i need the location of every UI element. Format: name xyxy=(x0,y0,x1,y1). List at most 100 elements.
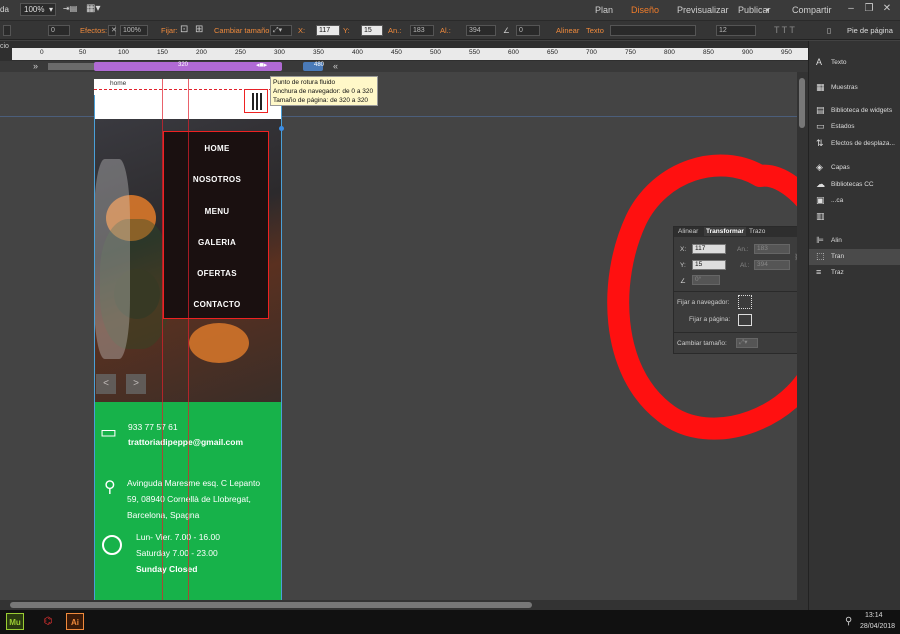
zoom-select[interactable]: 100% ▾ xyxy=(20,3,56,16)
restore-icon[interactable]: ❐ xyxy=(862,2,876,16)
hours-saturday: Saturday 7.00 - 23.00 xyxy=(136,548,218,558)
effects-opacity-field[interactable]: 100% xyxy=(120,25,148,36)
tp-height-field[interactable]: 394 xyxy=(754,260,790,270)
breakpoint-480-marker[interactable]: 480 xyxy=(303,62,324,71)
y-field[interactable]: 15 xyxy=(361,25,383,36)
pin-page-label: Fijar a página: xyxy=(689,316,731,323)
document-tab[interactable]: cio xyxy=(0,43,9,50)
panel-item-swatches[interactable]: ▦ Muestras xyxy=(809,80,900,96)
pin-browser-grid-icon[interactable] xyxy=(738,295,752,309)
panel-item-transform[interactable]: ⬚ Tran xyxy=(809,249,900,265)
panel-item-cc-libraries[interactable]: ☁ Bibliotecas CC xyxy=(809,177,900,193)
taskbar: Mu ⌬ Ai ⚲ 13:14 28/04/2018 xyxy=(0,610,900,634)
opacity-field[interactable]: 0 xyxy=(48,25,70,36)
panel-item-library[interactable]: ▣ ...ca xyxy=(809,193,900,209)
panel-item-label: Traz xyxy=(831,269,844,276)
menu-item-home[interactable]: HOME xyxy=(164,144,270,153)
breakpoint-320-range[interactable]: 320 ◂■▸ xyxy=(94,62,282,71)
taskbar-time: 13:14 xyxy=(865,612,883,619)
text-label[interactable]: Texto xyxy=(586,26,604,35)
resize-select[interactable]: ⤢▾ xyxy=(270,25,292,36)
swatches-icon: ▦ xyxy=(816,82,825,92)
breakpoint-320-label: 320 xyxy=(178,62,189,68)
panel-item-stroke[interactable]: ≡ Traz xyxy=(809,265,900,281)
menu-item-nosotros[interactable]: NOSOTROS xyxy=(164,175,270,184)
breakpoint-handle-icon[interactable]: ◂■▸ xyxy=(256,61,267,69)
effects-label[interactable]: Efectos: xyxy=(80,26,107,35)
menu-item-contacto[interactable]: CONTACTO xyxy=(164,300,270,309)
panel-item-layers[interactable]: ◈ Capas xyxy=(809,160,900,176)
mode-previsualizar[interactable]: Previsualizar xyxy=(677,5,729,15)
vertical-scrollbar[interactable] xyxy=(797,72,808,600)
tp-angle-field[interactable]: 0° xyxy=(692,275,720,285)
text-style-icons[interactable]: T T T xyxy=(774,25,795,35)
cc-libraries-icon: ☁ xyxy=(816,179,825,189)
panel-item-states[interactable]: ▭ Estados xyxy=(809,119,900,135)
selection-handle[interactable] xyxy=(279,126,284,131)
tab-alinear[interactable]: Alinear xyxy=(678,228,698,235)
text-icon: A xyxy=(816,57,823,67)
contact-phone: 933 77 57 61 xyxy=(128,422,178,432)
x-field[interactable]: 117 xyxy=(316,25,340,36)
page-area[interactable]: home HOME NOSOTROS MENU GALERIA OFERTAS … xyxy=(94,79,284,600)
tp-x-label: X: xyxy=(680,246,687,253)
panel-item-widget-library[interactable]: ▤ Biblioteca de widgets xyxy=(809,103,900,119)
pin-page-grid-icon[interactable] xyxy=(738,314,752,326)
publish-dropdown-icon[interactable]: ▾ xyxy=(766,6,770,14)
horizontal-scroll-thumb[interactable] xyxy=(10,602,532,608)
horizontal-scrollbar[interactable] xyxy=(0,600,808,610)
slider-prev-button[interactable]: < xyxy=(96,374,116,394)
pin-page-icon[interactable]: ⊞ xyxy=(195,24,203,35)
taskbar-illustrator-icon[interactable]: Ai xyxy=(66,613,84,630)
tp-x-field[interactable]: 117 xyxy=(692,244,726,254)
rotation-icon: ∠ xyxy=(680,278,686,285)
mode-diseno[interactable]: Diseño xyxy=(631,5,659,15)
footer-checkbox[interactable]: ▯ xyxy=(827,26,831,35)
network-icon[interactable]: ⚲ xyxy=(845,616,852,627)
mode-plan[interactable]: Plan xyxy=(595,5,613,15)
font-size-field[interactable]: 12 xyxy=(716,25,756,36)
panel-item-align[interactable]: ⊫ Alin xyxy=(809,233,900,249)
width-field[interactable]: 183 xyxy=(410,25,434,36)
taskbar-acrobat-icon[interactable]: ⌬ xyxy=(39,613,57,630)
nav-menu-panel: HOME NOSOTROS MENU GALERIA OFERTAS CONTA… xyxy=(163,131,269,319)
ruler-tick-label: 100 xyxy=(118,49,129,56)
tab-trazo[interactable]: Trazo xyxy=(749,228,765,235)
guide-line-red xyxy=(188,79,189,600)
tab-transformar[interactable]: Transformar xyxy=(704,227,746,236)
menu-item-galeria[interactable]: GALERIA xyxy=(164,238,270,247)
contact-email[interactable]: trattoriadipeppe@gmail.com xyxy=(128,437,243,447)
hamburger-button[interactable] xyxy=(244,89,268,113)
tp-resize-select[interactable]: ⤢▾ xyxy=(736,338,758,348)
vertical-scroll-thumb[interactable] xyxy=(799,78,805,128)
menu-item-ofertas[interactable]: OFERTAS xyxy=(164,269,270,278)
collapse-right-icon[interactable]: « xyxy=(333,61,338,71)
collapse-left-icon[interactable]: » xyxy=(33,61,38,71)
effects-toggle-icon[interactable]: ✕ xyxy=(108,25,117,36)
panel-item-assets[interactable]: ▥ xyxy=(809,209,900,225)
ruler-tick-label: 850 xyxy=(703,49,714,56)
font-select[interactable] xyxy=(610,25,696,36)
height-field[interactable]: 394 xyxy=(466,25,496,36)
stroke-color-swatch[interactable] xyxy=(3,25,11,36)
mode-compartir[interactable]: Compartir xyxy=(792,5,832,15)
tp-y-field[interactable]: 15 xyxy=(692,260,726,270)
ruler-tick-label: 0 xyxy=(40,49,44,56)
tp-width-field[interactable]: 183 xyxy=(754,244,790,254)
minimize-icon[interactable]: – xyxy=(844,2,858,16)
ruler-tick-label: 650 xyxy=(547,49,558,56)
align-label[interactable]: Alinear xyxy=(556,26,579,35)
angle-field[interactable]: 0 xyxy=(516,25,540,36)
close-icon[interactable]: ✕ xyxy=(880,2,894,16)
panel-item-scroll-effects[interactable]: ⇅ Efectos de desplaza... xyxy=(809,136,900,152)
fix-label: Fijar: xyxy=(161,26,178,35)
menu-item-menu[interactable]: MENU xyxy=(164,207,270,216)
ruler-tick-label: 50 xyxy=(79,49,87,56)
pin-browser-icon[interactable]: ⊡ xyxy=(180,24,188,35)
page-nav-icon[interactable]: ⇥▤ xyxy=(63,4,77,13)
slider-next-button[interactable]: > xyxy=(126,374,146,394)
horizontal-ruler: 0 50 100 150 200 250 300 350 400 450 500 550 600 650 7… xyxy=(12,48,873,60)
view-options-icon[interactable]: ▦▾ xyxy=(86,3,100,14)
panel-item-text[interactable]: A Texto xyxy=(809,55,900,71)
taskbar-muse-icon[interactable]: Mu xyxy=(6,613,24,630)
